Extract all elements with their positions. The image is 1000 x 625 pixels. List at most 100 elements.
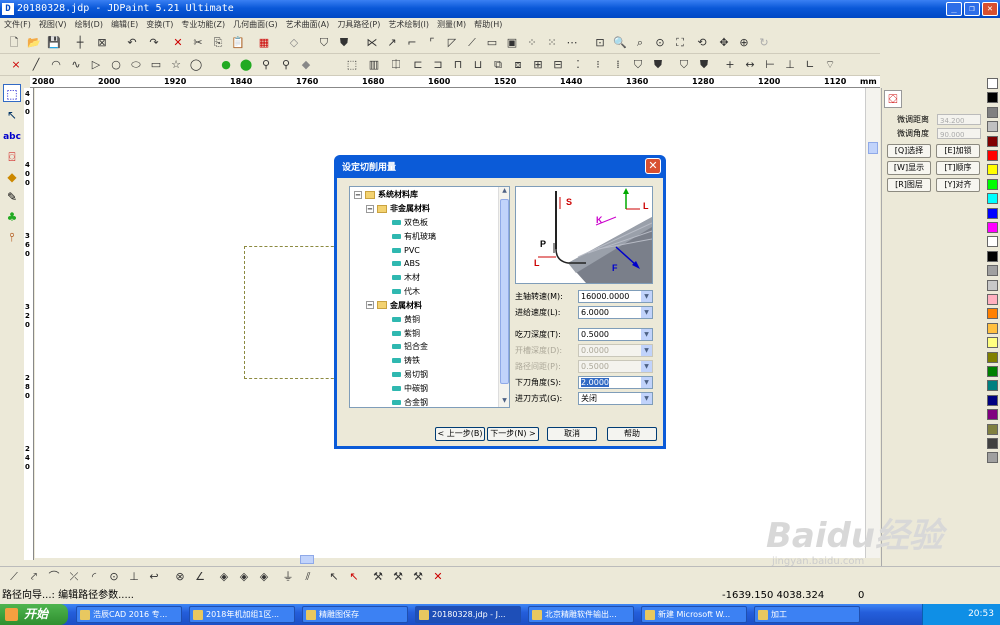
dropdown-arrow-icon[interactable]: ▼ [641,377,652,388]
menu-item[interactable]: 测量(M) [433,18,470,32]
align-bl-icon[interactable]: ⊓ [450,57,466,73]
fine-distance-field[interactable]: 34.200 [937,114,981,125]
menu-item[interactable]: 帮助(H) [470,18,506,32]
path-diamond2-icon[interactable]: ◈ [236,569,252,585]
leader-icon[interactable]: ⌔ [822,57,838,73]
color-swatch[interactable] [987,394,998,406]
dialog-close-button[interactable]: ✕ [645,158,661,174]
paste-icon[interactable]: 📋 [230,35,246,51]
path-pick-del-icon[interactable]: ↖ [346,569,362,585]
param-field[interactable]: 16000.0000 ▼ [578,290,653,303]
select-box-icon[interactable]: ⊠ [94,35,110,51]
collapse-icon[interactable]: − [366,301,374,310]
dimension-icon[interactable]: ↔ [742,57,758,73]
dropdown-arrow-icon[interactable]: ▼ [641,291,652,302]
pan-icon[interactable]: ✥ [716,35,732,51]
tree-item[interactable]: 铝合金 [392,340,428,353]
align-tl-icon[interactable]: ⊏ [410,57,426,73]
zoom-window-icon[interactable]: ⊡ [592,35,608,51]
mirror-icon[interactable]: ⎅ [388,57,404,73]
color-swatch[interactable] [987,193,998,205]
star-icon[interactable]: ☆ [168,57,184,73]
scroll-down-icon[interactable]: ▼ [500,397,509,407]
ellipse-icon[interactable]: ⬭ [128,57,144,73]
menu-item[interactable]: 变换(T) [142,18,177,32]
taskbar-item[interactable]: 20180328.jdp - J... [415,606,521,623]
node-edit-icon[interactable]: ⁙ [544,35,560,51]
combine-icon[interactable]: ⊞ [530,57,546,73]
chamfer-icon[interactable]: ◸ [444,35,460,51]
color-swatch[interactable] [987,250,998,262]
color-swatch[interactable] [987,236,998,248]
dropdown-arrow-icon[interactable]: ▼ [641,393,652,404]
tree-scroll-thumb[interactable] [500,199,509,384]
color-swatch[interactable] [987,121,998,133]
undo-icon[interactable]: ↶ [124,35,140,51]
next-button[interactable]: 下一步(N) > [487,427,539,441]
lock-button[interactable]: [E]加锁 [936,144,980,158]
color-swatch[interactable] [987,135,998,147]
path-curve-icon[interactable]: ⌒ [46,569,62,585]
taskbar-item[interactable]: 新建 Microsoft W... [641,606,747,623]
tree-item[interactable]: 双色板 [392,216,428,229]
shield-fill2-icon[interactable]: ⛊ [650,57,666,73]
menu-item[interactable]: 刀具路径(P) [333,18,384,32]
color-swatch[interactable] [987,322,998,334]
layer-icon[interactable]: ◇ [286,35,302,51]
path-edit3-icon[interactable]: ⚒ [410,569,426,585]
path-diamond-icon[interactable]: ◈ [216,569,232,585]
menu-item[interactable]: 编辑(E) [107,18,142,32]
delete-icon[interactable]: ✕ [170,35,186,51]
scroll-thumb[interactable] [868,142,878,154]
fillet-icon[interactable]: ⌜ [424,35,440,51]
panel-tab-icon[interactable]: ⛋ [884,90,902,108]
tree-item[interactable]: 中碳钢 [392,382,428,395]
text-tool-icon[interactable]: abc [3,128,21,146]
array-icon[interactable]: ▥ [366,57,382,73]
bulb-icon[interactable]: ● [218,57,234,73]
line-icon[interactable]: ╱ [28,57,44,73]
open-file-icon[interactable]: 📂 [26,35,42,51]
start-button[interactable]: 开始 [0,604,68,625]
path-delete-icon[interactable]: ✕ [430,569,446,585]
tree-item[interactable]: 铸铁 [392,354,420,367]
layer-button[interactable]: [R]图层 [887,178,931,192]
vdim-icon[interactable]: ⊢ [762,57,778,73]
tree-item[interactable]: 合金钢 [392,396,428,407]
pen-tool-icon[interactable]: ✎ [3,188,21,206]
frame-tool-icon[interactable]: ⌼ [3,148,21,166]
pin-icon[interactable]: ⬤ [238,57,254,73]
color-swatch[interactable] [987,106,998,118]
new-file-icon[interactable]: 🗋 [6,35,22,51]
trim-icon[interactable]: ⋉ [364,35,380,51]
rectangle-icon[interactable]: ▭ [148,57,164,73]
tree-item[interactable]: ABS [392,257,420,270]
pin3-icon[interactable]: ⚲ [278,57,294,73]
close-button[interactable]: ✕ [982,2,998,16]
menu-item[interactable]: 几何曲面(G) [229,18,281,32]
ungroup-icon[interactable]: ⧈ [510,57,526,73]
circle-large-icon[interactable]: ◯ [188,57,204,73]
param-field[interactable]: 6.0000 ▼ [578,306,653,319]
param-field[interactable]: 关闭 ▼ [578,392,653,405]
tree-group[interactable]: − 金属材料 [366,299,422,312]
path-circle-icon[interactable]: ⊙ [106,569,122,585]
path-mark-icon[interactable]: ⊗ [172,569,188,585]
shield-icon[interactable]: ⛉ [316,35,332,51]
restore-button[interactable]: ❐ [964,2,980,16]
zoom-all-icon[interactable]: ⊙ [652,35,668,51]
shield4-icon[interactable]: ⛊ [696,57,712,73]
menu-item[interactable]: 专业功能(Z) [177,18,229,32]
circle-icon[interactable]: ○ [108,57,124,73]
color-swatch[interactable] [987,438,998,449]
menu-item[interactable]: 绘制(D) [71,18,107,32]
path-arrow-icon[interactable]: ⤤ [26,569,42,585]
collapse-icon[interactable]: − [354,190,362,199]
pin2-icon[interactable]: ⚲ [258,57,274,73]
tree-scrollbar[interactable]: ▲ ▼ [498,187,509,407]
zoom-in-icon[interactable]: ⊕ [736,35,752,51]
cut-icon[interactable]: ✂ [190,35,206,51]
param-field[interactable]: 0.5000 ▼ [578,328,653,341]
redo-icon[interactable]: ↷ [146,35,162,51]
dots2-icon[interactable]: ⁝ [590,57,606,73]
